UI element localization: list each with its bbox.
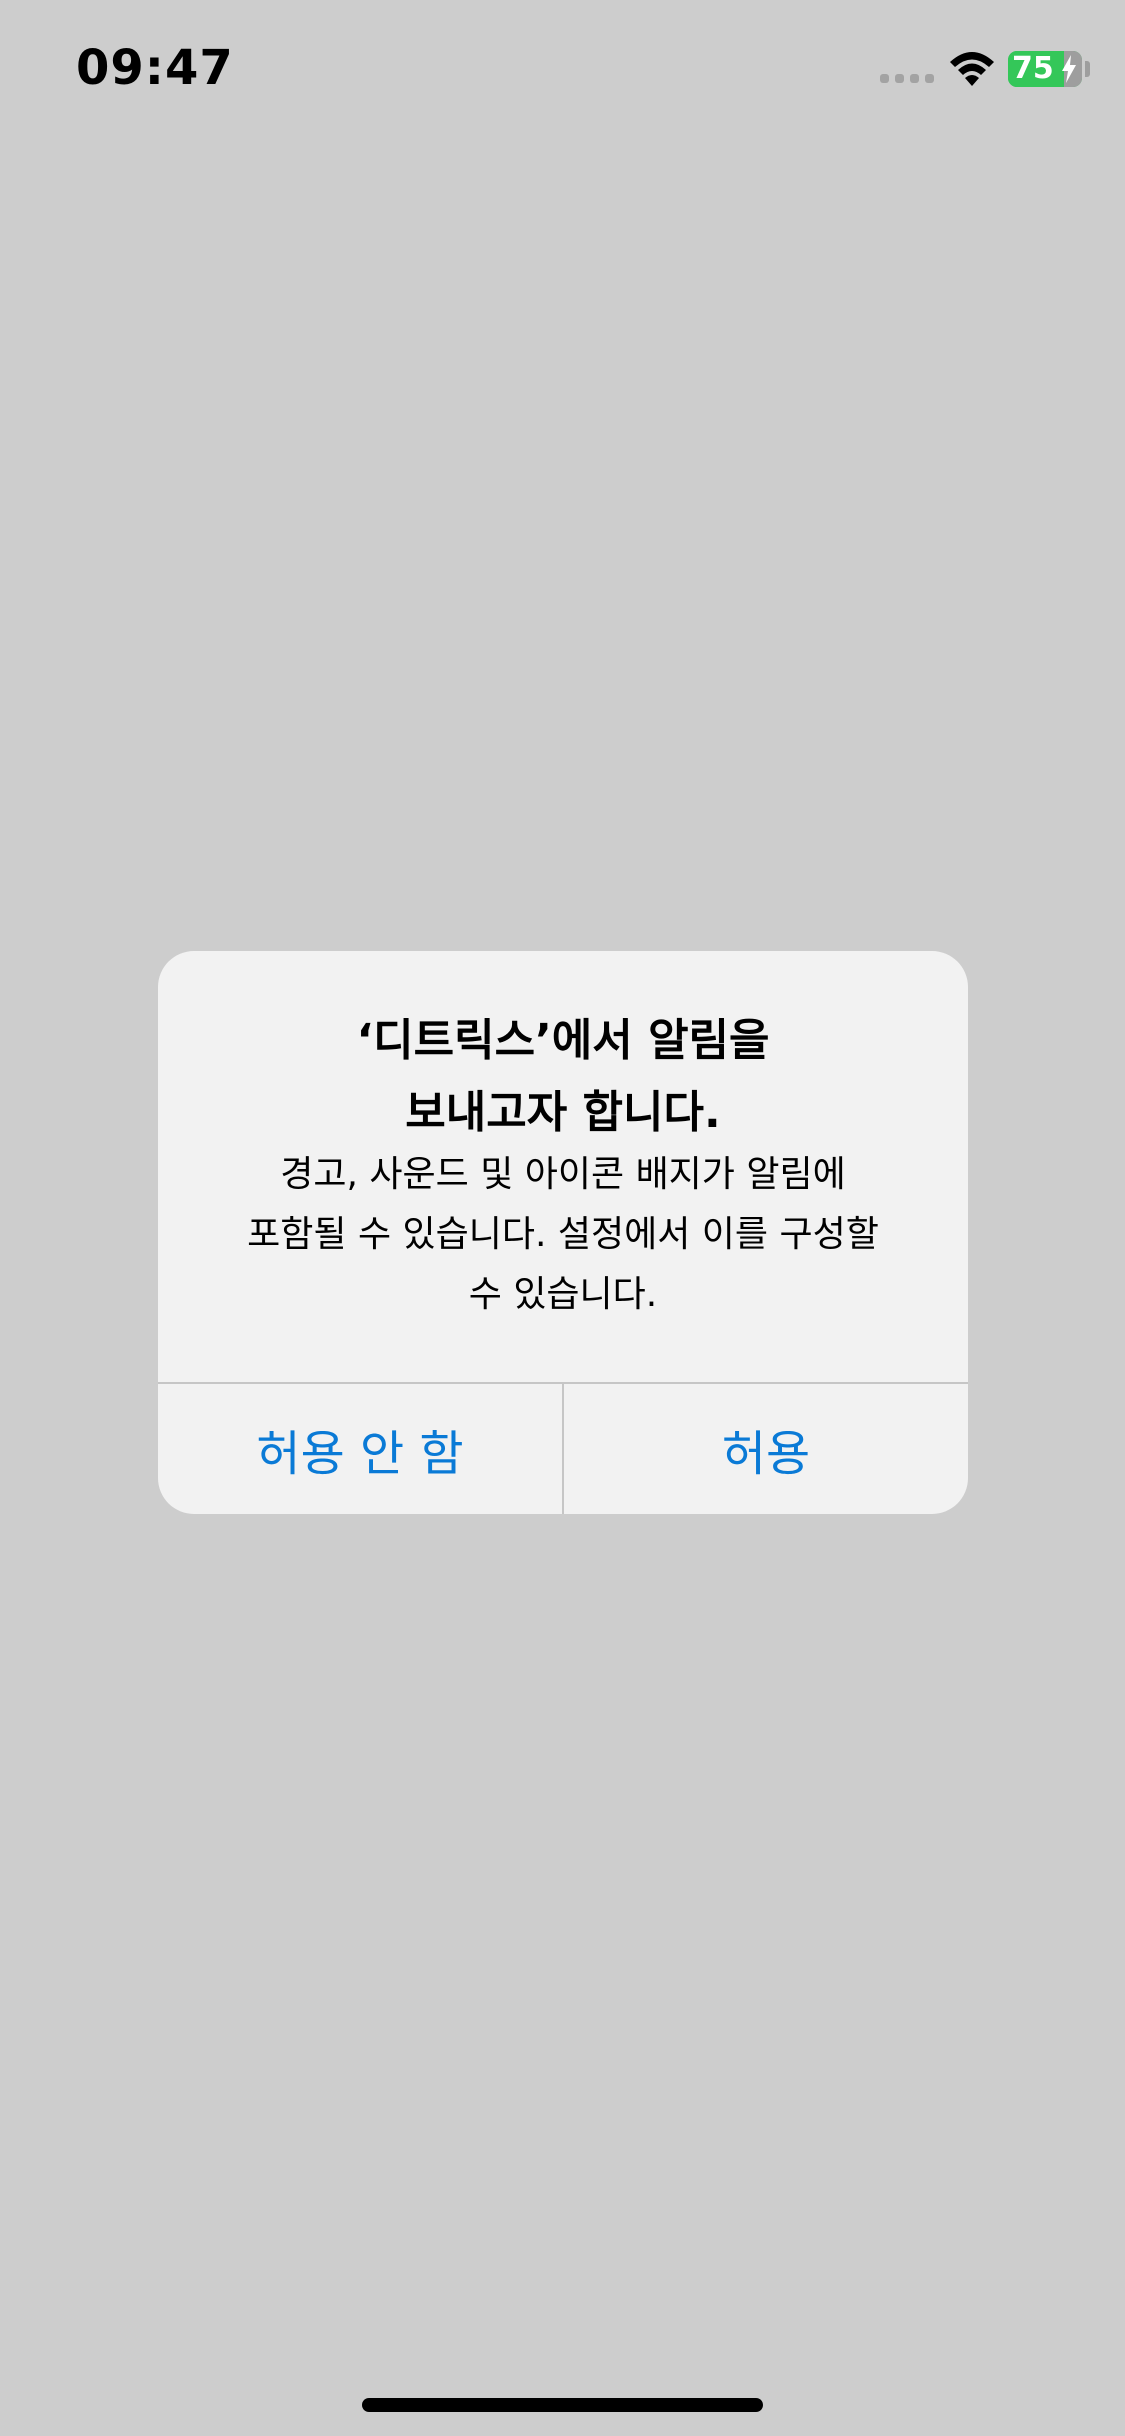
alert-message-line: 수 있습니다. xyxy=(468,1274,658,1315)
alert-title-line: 보내고자 합니다. xyxy=(405,1087,721,1138)
battery-percent: 75 xyxy=(1012,51,1054,86)
wifi-icon xyxy=(950,52,994,86)
home-indicator[interactable] xyxy=(362,2398,763,2412)
bolt-icon xyxy=(1062,55,1076,83)
alert-message: 경고, 사운드 및 아이콘 배지가 알림에 포함될 수 있습니다. 설정에서 이… xyxy=(218,1145,908,1325)
battery-cap xyxy=(1085,61,1090,77)
battery-icon: 75 xyxy=(1008,51,1082,87)
status-bar: 09:47 75 xyxy=(0,0,1125,140)
signal-icon xyxy=(880,74,936,84)
allow-button[interactable]: 허용 xyxy=(564,1384,968,1514)
alert-title-line: ‘디트릭스’에서 알림을 xyxy=(356,1015,770,1066)
alert-message-line: 경고, 사운드 및 아이콘 배지가 알림에 xyxy=(280,1154,846,1195)
notification-permission-alert: ‘디트릭스’에서 알림을 보내고자 합니다. 경고, 사운드 및 아이콘 배지가… xyxy=(158,951,968,1514)
status-time: 09:47 xyxy=(76,40,234,96)
alert-title: ‘디트릭스’에서 알림을 보내고자 합니다. xyxy=(198,1005,928,1149)
alert-message-line: 포함될 수 있습니다. 설정에서 이를 구성할 xyxy=(247,1214,879,1255)
deny-button[interactable]: 허용 안 함 xyxy=(158,1384,562,1514)
